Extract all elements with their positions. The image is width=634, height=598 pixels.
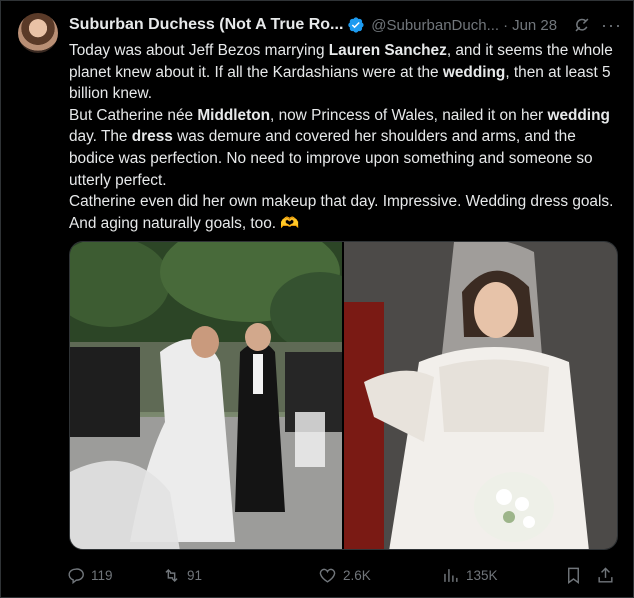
like-button[interactable]: 2.6K xyxy=(318,566,371,585)
photo-bezos-wedding-art xyxy=(70,242,343,549)
repost-icon xyxy=(165,568,178,582)
paragraph1-segment: Today was about Jeff Bezos marrying xyxy=(69,42,329,59)
photo-kate-wedding-art xyxy=(344,242,617,549)
photo-bezos-wedding[interactable] xyxy=(70,242,343,549)
paragraph-1: Today was about Jeff Bezos marrying Laur… xyxy=(69,40,619,105)
paragraph2-segment: Middleton xyxy=(197,106,271,124)
like-count: 2.6K xyxy=(343,567,371,583)
avatar[interactable] xyxy=(18,13,58,53)
paragraph-2: But Catherine née Middleton, now Princes… xyxy=(69,105,619,191)
views-count: 135K xyxy=(466,567,498,583)
paragraph2-segment: day. The xyxy=(69,128,132,146)
photo-kate-wedding[interactable] xyxy=(344,242,617,549)
bookmark-button[interactable] xyxy=(564,566,589,585)
author-name[interactable]: Suburban Duchess (Not A True Ro... xyxy=(69,16,343,34)
verified-badge-icon xyxy=(348,17,364,33)
paragraph1-segment: Lauren Sanchez xyxy=(328,42,447,59)
bookmark-icon xyxy=(568,567,579,584)
paragraph2-segment: wedding xyxy=(547,106,610,124)
views-icon xyxy=(444,568,458,582)
share-icon xyxy=(598,566,613,583)
action-bar: 119 91 2.6K 135K xyxy=(66,564,620,586)
author-handle[interactable]: @SuburbanDuch... xyxy=(371,17,499,34)
separator-dot: · xyxy=(503,16,509,34)
paragraph-3: Catherine even did her own makeup that d… xyxy=(69,191,619,234)
paragraph-3-text: Catherine even did her own makeup that d… xyxy=(69,193,614,232)
paragraph2-segment: But Catherine née xyxy=(69,106,198,124)
reply-button[interactable]: 119 xyxy=(66,566,113,585)
repost-button[interactable]: 91 xyxy=(162,566,202,585)
tweet-header: Suburban Duchess (Not A True Ro... @Subu… xyxy=(69,14,622,36)
paragraph1-segment: wedding xyxy=(442,63,506,81)
heart-hands-emoji: 🫶 xyxy=(280,214,300,232)
more-options-icon[interactable]: ··· xyxy=(601,16,622,34)
reply-count: 119 xyxy=(91,567,113,583)
views-button[interactable]: 135K xyxy=(441,566,498,585)
heart-icon xyxy=(319,568,336,583)
grok-icon[interactable] xyxy=(573,16,591,34)
tweet-text: Today was about Jeff Bezos marrying Laur… xyxy=(69,40,619,234)
paragraph2-segment: , now Princess of Wales, nailed it on he… xyxy=(270,106,548,124)
share-button[interactable] xyxy=(596,566,621,585)
reply-icon xyxy=(68,567,84,584)
paragraph2-segment: dress xyxy=(131,128,173,146)
post-date[interactable]: Jun 28 xyxy=(512,17,557,34)
media-grid[interactable] xyxy=(69,241,618,550)
repost-count: 91 xyxy=(187,567,203,583)
